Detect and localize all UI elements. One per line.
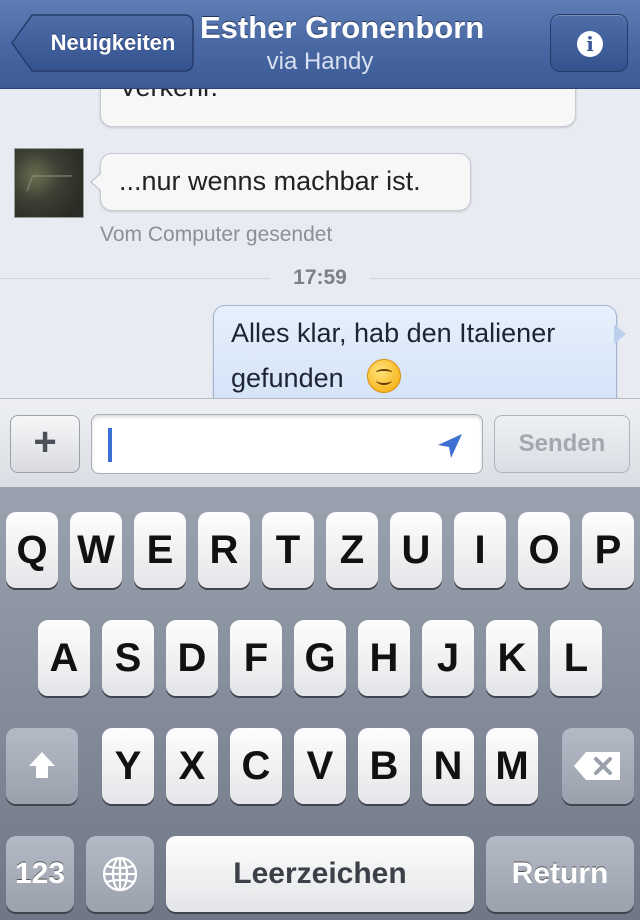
- key-s[interactable]: S: [102, 620, 154, 696]
- key-z[interactable]: Z: [326, 512, 378, 588]
- key-y[interactable]: Y: [102, 728, 154, 804]
- key-e[interactable]: E: [134, 512, 186, 588]
- add-attachment-button[interactable]: +: [10, 415, 80, 473]
- conversation-title: Esther Gronenborn: [200, 10, 485, 45]
- numbers-key[interactable]: 123: [6, 836, 74, 912]
- nav-bar: Neuigkeiten Esther Gronenborn via Handy …: [0, 0, 640, 89]
- smiley-emoji-icon: [367, 359, 401, 393]
- send-button[interactable]: Senden: [494, 415, 630, 473]
- contact-avatar[interactable]: [14, 148, 84, 218]
- globe-icon: [102, 856, 138, 892]
- key-d[interactable]: D: [166, 620, 218, 696]
- chat-thread[interactable]: Verkehr. ...nur wenns machbar ist. Vom C…: [0, 89, 640, 398]
- location-arrow-icon[interactable]: [436, 432, 464, 460]
- key-h[interactable]: H: [358, 620, 410, 696]
- outgoing-message: Alles klar, hab den Italiener gefunden: [213, 305, 617, 398]
- key-k[interactable]: K: [486, 620, 538, 696]
- globe-key[interactable]: [86, 836, 154, 912]
- key-r[interactable]: R: [198, 512, 250, 588]
- bubble-tail: [92, 173, 102, 191]
- key-f[interactable]: F: [230, 620, 282, 696]
- return-key[interactable]: Return: [486, 836, 634, 912]
- key-l[interactable]: L: [550, 620, 602, 696]
- info-button[interactable]: i: [550, 14, 628, 72]
- key-v[interactable]: V: [294, 728, 346, 804]
- text-caret: [108, 428, 112, 462]
- message-text-line2: gefunden: [231, 363, 344, 393]
- timestamp: 17:59: [293, 266, 347, 289]
- incoming-message: Verkehr.: [100, 89, 576, 127]
- key-q[interactable]: Q: [6, 512, 58, 588]
- key-i[interactable]: I: [454, 512, 506, 588]
- key-g[interactable]: G: [294, 620, 346, 696]
- message-text-line1: Alles klar, hab den Italiener: [231, 318, 556, 348]
- incoming-message: ...nur wenns machbar ist.: [100, 153, 471, 211]
- key-m[interactable]: M: [486, 728, 538, 804]
- message-input[interactable]: [91, 414, 483, 474]
- key-t[interactable]: T: [262, 512, 314, 588]
- compose-bar: + Senden: [0, 398, 640, 488]
- plus-icon: +: [33, 420, 57, 464]
- shift-icon: [29, 752, 55, 778]
- timestamp-divider: [0, 278, 270, 279]
- back-button-label: Neuigkeiten: [50, 30, 176, 55]
- conversation-subtitle: via Handy: [266, 48, 374, 75]
- key-j[interactable]: J: [422, 620, 474, 696]
- back-button[interactable]: Neuigkeiten: [10, 14, 194, 72]
- message-text: Verkehr.: [119, 89, 218, 103]
- timestamp-divider: [370, 278, 640, 279]
- bubble-tail: [614, 324, 626, 344]
- message-text: ...nur wenns machbar ist.: [119, 166, 421, 196]
- key-x[interactable]: X: [166, 728, 218, 804]
- shift-key[interactable]: [6, 728, 78, 804]
- key-b[interactable]: B: [358, 728, 410, 804]
- info-icon: i: [577, 31, 603, 57]
- key-u[interactable]: U: [390, 512, 442, 588]
- message-meta: Vom Computer gesendet: [100, 223, 333, 246]
- key-n[interactable]: N: [422, 728, 474, 804]
- key-w[interactable]: W: [70, 512, 122, 588]
- space-key[interactable]: Leerzeichen: [166, 836, 474, 912]
- keyboard: Q W E R T Z U I O P A S D F G H J K L Y …: [0, 488, 640, 920]
- key-c[interactable]: C: [230, 728, 282, 804]
- delete-key[interactable]: [562, 728, 634, 804]
- key-a[interactable]: A: [38, 620, 90, 696]
- key-o[interactable]: O: [518, 512, 570, 588]
- key-p[interactable]: P: [582, 512, 634, 588]
- backspace-icon: [574, 752, 620, 780]
